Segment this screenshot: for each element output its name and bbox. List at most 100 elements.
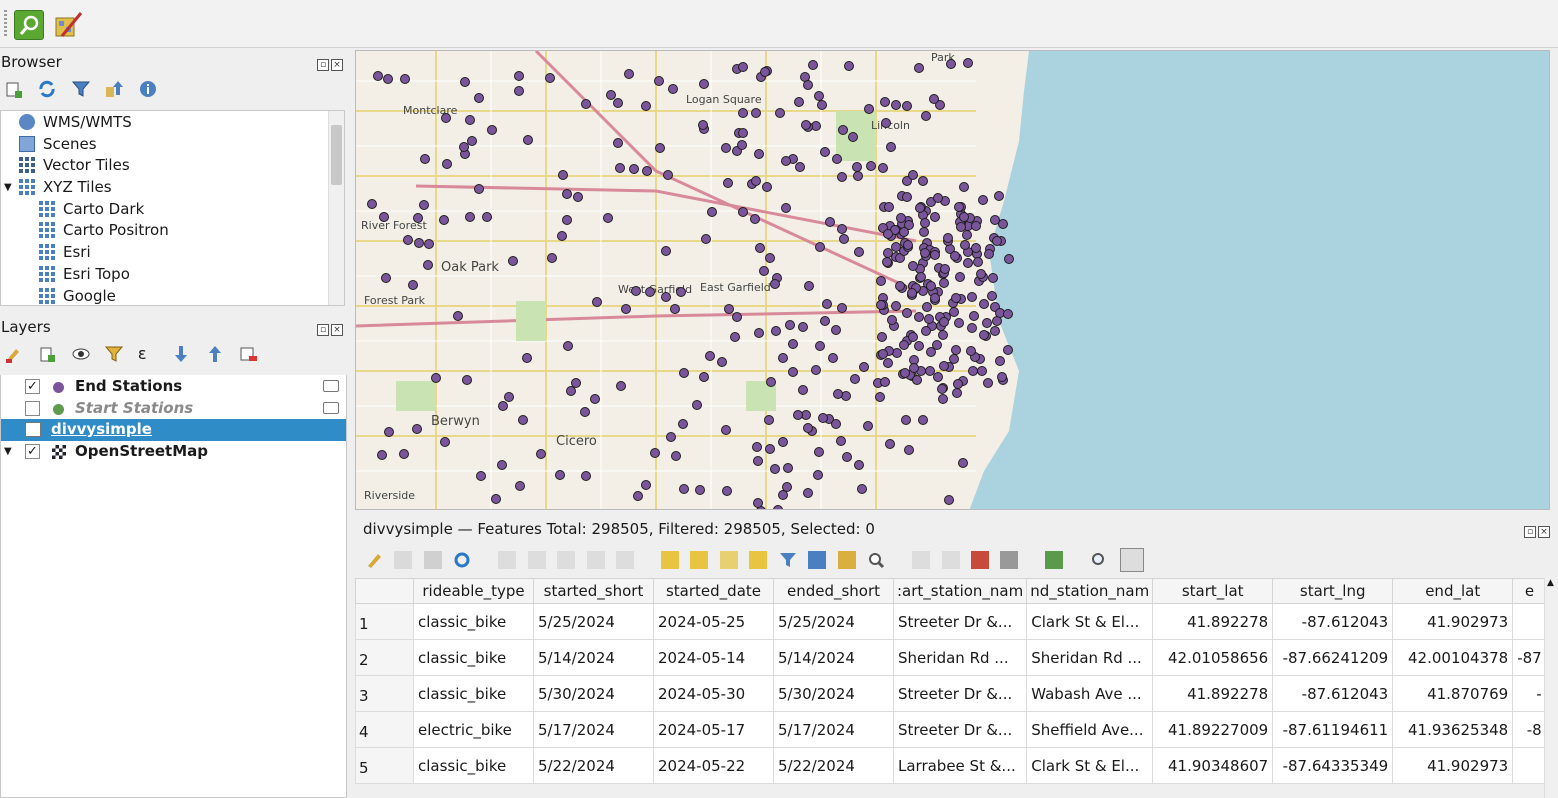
table-cell[interactable]: electric_bike	[413, 711, 534, 748]
table-cell[interactable]: 5/17/2024	[773, 711, 894, 748]
identify-icon[interactable]	[14, 10, 44, 40]
reload-icon[interactable]	[453, 551, 471, 569]
table-cell[interactable]: 41.902973	[1392, 603, 1514, 640]
table-cell[interactable]: 2024-05-25	[653, 603, 774, 640]
browser-item-esri[interactable]: Esri	[1, 242, 344, 264]
table-row[interactable]: 5 classic_bike 5/22/2024 2024-05-22 5/22/202…	[355, 747, 1547, 784]
delete-feature-icon[interactable]	[527, 551, 546, 569]
cut-icon[interactable]	[557, 551, 576, 569]
browser-item-carto-dark[interactable]: Carto Dark	[1, 199, 344, 221]
table-cell[interactable]: 41.90348607	[1152, 747, 1274, 784]
table-cell[interactable]: classic_bike	[413, 603, 534, 640]
toolbar-grip[interactable]	[4, 10, 7, 38]
column-header[interactable]: :art_station_nam	[892, 578, 1028, 604]
layers-tree[interactable]: ✓ End Stations Start Stations divvysimpl…	[0, 375, 347, 798]
table-cell[interactable]: 41.89227009	[1152, 711, 1274, 748]
table-cell[interactable]: Clark St & El...	[1026, 747, 1154, 784]
table-cell[interactable]: Wabash Ave ...	[1026, 675, 1154, 712]
table-row[interactable]: 3 classic_bike 5/30/2024 2024-05-30 5/30/202…	[355, 675, 1547, 712]
table-cell[interactable]: 5/25/2024	[533, 603, 654, 640]
float-icon[interactable]: ▫	[317, 324, 329, 336]
table-cell[interactable]: 5/22/2024	[533, 747, 654, 784]
filter-icon[interactable]	[779, 551, 797, 569]
table-cell[interactable]: Sheffield Ave...	[1026, 711, 1154, 748]
move-selection-top-icon[interactable]	[808, 551, 827, 569]
attribute-table[interactable]: rideable_type started_short started_date…	[355, 578, 1547, 784]
browser-item-esri-topo[interactable]: Esri Topo	[1, 264, 344, 286]
browser-item-google[interactable]: Google	[1, 286, 344, 306]
multi-edit-icon[interactable]	[394, 551, 413, 569]
column-header[interactable]: e	[1512, 578, 1547, 604]
table-cell[interactable]: 5/22/2024	[773, 747, 894, 784]
float-icon[interactable]: ▫	[1524, 526, 1536, 538]
table-cell[interactable]: Streeter Dr &...	[892, 675, 1028, 712]
invert-selection-icon[interactable]	[719, 551, 738, 569]
layer-filter-icon[interactable]	[323, 380, 339, 392]
table-cell[interactable]: -87	[1512, 639, 1547, 676]
layer-end-stations[interactable]: ✓ End Stations	[1, 376, 346, 398]
table-cell[interactable]: 41.892278	[1152, 603, 1274, 640]
scrollbar-thumb[interactable]	[331, 125, 342, 185]
conditional-format-icon[interactable]	[1000, 551, 1019, 569]
table-cell[interactable]: 41.892278	[1152, 675, 1274, 712]
table-cell[interactable]: 5/17/2024	[533, 711, 654, 748]
table-cell[interactable]: 41.870769	[1392, 675, 1514, 712]
column-header[interactable]: started_date	[653, 578, 774, 604]
layer-checkbox[interactable]	[25, 400, 40, 416]
table-cell[interactable]: Sheridan Rd ...	[892, 639, 1028, 676]
table-cell[interactable]: 2024-05-22	[653, 747, 774, 784]
scroll-up-icon[interactable]: ▲	[1547, 578, 1554, 588]
copy-icon[interactable]	[586, 551, 605, 569]
paste-icon[interactable]	[616, 551, 635, 569]
browser-item-scenes[interactable]: Scenes	[1, 134, 344, 156]
table-cell[interactable]: -87.64335349	[1272, 747, 1394, 784]
chevron-down-icon[interactable]: ▼	[4, 177, 12, 199]
column-header[interactable]: start_lat	[1152, 578, 1274, 604]
table-cell[interactable]: -87.612043	[1272, 675, 1394, 712]
filter-icon[interactable]	[104, 344, 124, 364]
close-icon[interactable]: ×	[331, 59, 343, 71]
table-cell[interactable]: 2024-05-30	[653, 675, 774, 712]
table-cell[interactable]	[1512, 603, 1547, 640]
toggle-edit-icon[interactable]	[365, 551, 383, 569]
table-cell[interactable]: 42.00104378	[1392, 639, 1514, 676]
table-cell[interactable]: 2024-05-14	[653, 639, 774, 676]
table-row[interactable]: 1 classic_bike 5/25/2024 2024-05-25 5/25/202…	[355, 603, 1547, 640]
row-number[interactable]: 2	[355, 639, 414, 676]
table-cell[interactable]: 41.902973	[1392, 747, 1514, 784]
layer-divvysimple[interactable]: divvysimple	[1, 419, 346, 442]
layer-openstreetmap[interactable]: ▼ ✓ OpenStreetMap	[1, 441, 346, 463]
select-all-icon[interactable]	[690, 551, 709, 569]
table-cell[interactable]: 42.01058656	[1152, 639, 1274, 676]
column-header[interactable]: nd_station_nam	[1026, 578, 1154, 604]
delete-field-icon[interactable]	[941, 551, 960, 569]
dock-table-icon[interactable]	[1119, 548, 1144, 572]
browser-item-xyz-tiles[interactable]: ▼ XYZ Tiles	[1, 177, 344, 199]
table-cell[interactable]: 2024-05-17	[653, 711, 774, 748]
select-expression-icon[interactable]	[660, 551, 679, 569]
eye-icon[interactable]	[71, 344, 91, 364]
table-cell[interactable]: -	[1512, 675, 1547, 712]
table-cell[interactable]: Larrabee St &...	[892, 747, 1028, 784]
collapse-all-icon[interactable]	[205, 344, 225, 364]
save-edits-icon[interactable]	[423, 551, 442, 569]
browser-scrollbar[interactable]	[328, 111, 344, 305]
table-cell[interactable]: Streeter Dr &...	[892, 711, 1028, 748]
actions-icon[interactable]	[1045, 551, 1064, 569]
column-header[interactable]: start_lng	[1272, 578, 1394, 604]
column-header[interactable]: rideable_type	[413, 578, 534, 604]
chevron-down-icon[interactable]: ▼	[4, 441, 12, 463]
table-row[interactable]: 2 classic_bike 5/14/2024 2024-05-14 5/14/202…	[355, 639, 1547, 676]
table-cell[interactable]	[1512, 747, 1547, 784]
table-cell[interactable]: classic_bike	[413, 639, 534, 676]
filter-icon[interactable]	[71, 79, 91, 99]
new-field-icon[interactable]	[912, 551, 931, 569]
add-feature-icon[interactable]	[498, 551, 517, 569]
table-cell[interactable]: Streeter Dr &...	[892, 603, 1028, 640]
column-header[interactable]: started_short	[533, 578, 654, 604]
table-cell[interactable]: -87.612043	[1272, 603, 1394, 640]
add-group-icon[interactable]	[37, 344, 57, 364]
layer-checkbox[interactable]: ✓	[25, 444, 40, 460]
layer-checkbox[interactable]: ✓	[25, 379, 40, 394]
zoom-to-selection-icon[interactable]	[867, 551, 885, 569]
